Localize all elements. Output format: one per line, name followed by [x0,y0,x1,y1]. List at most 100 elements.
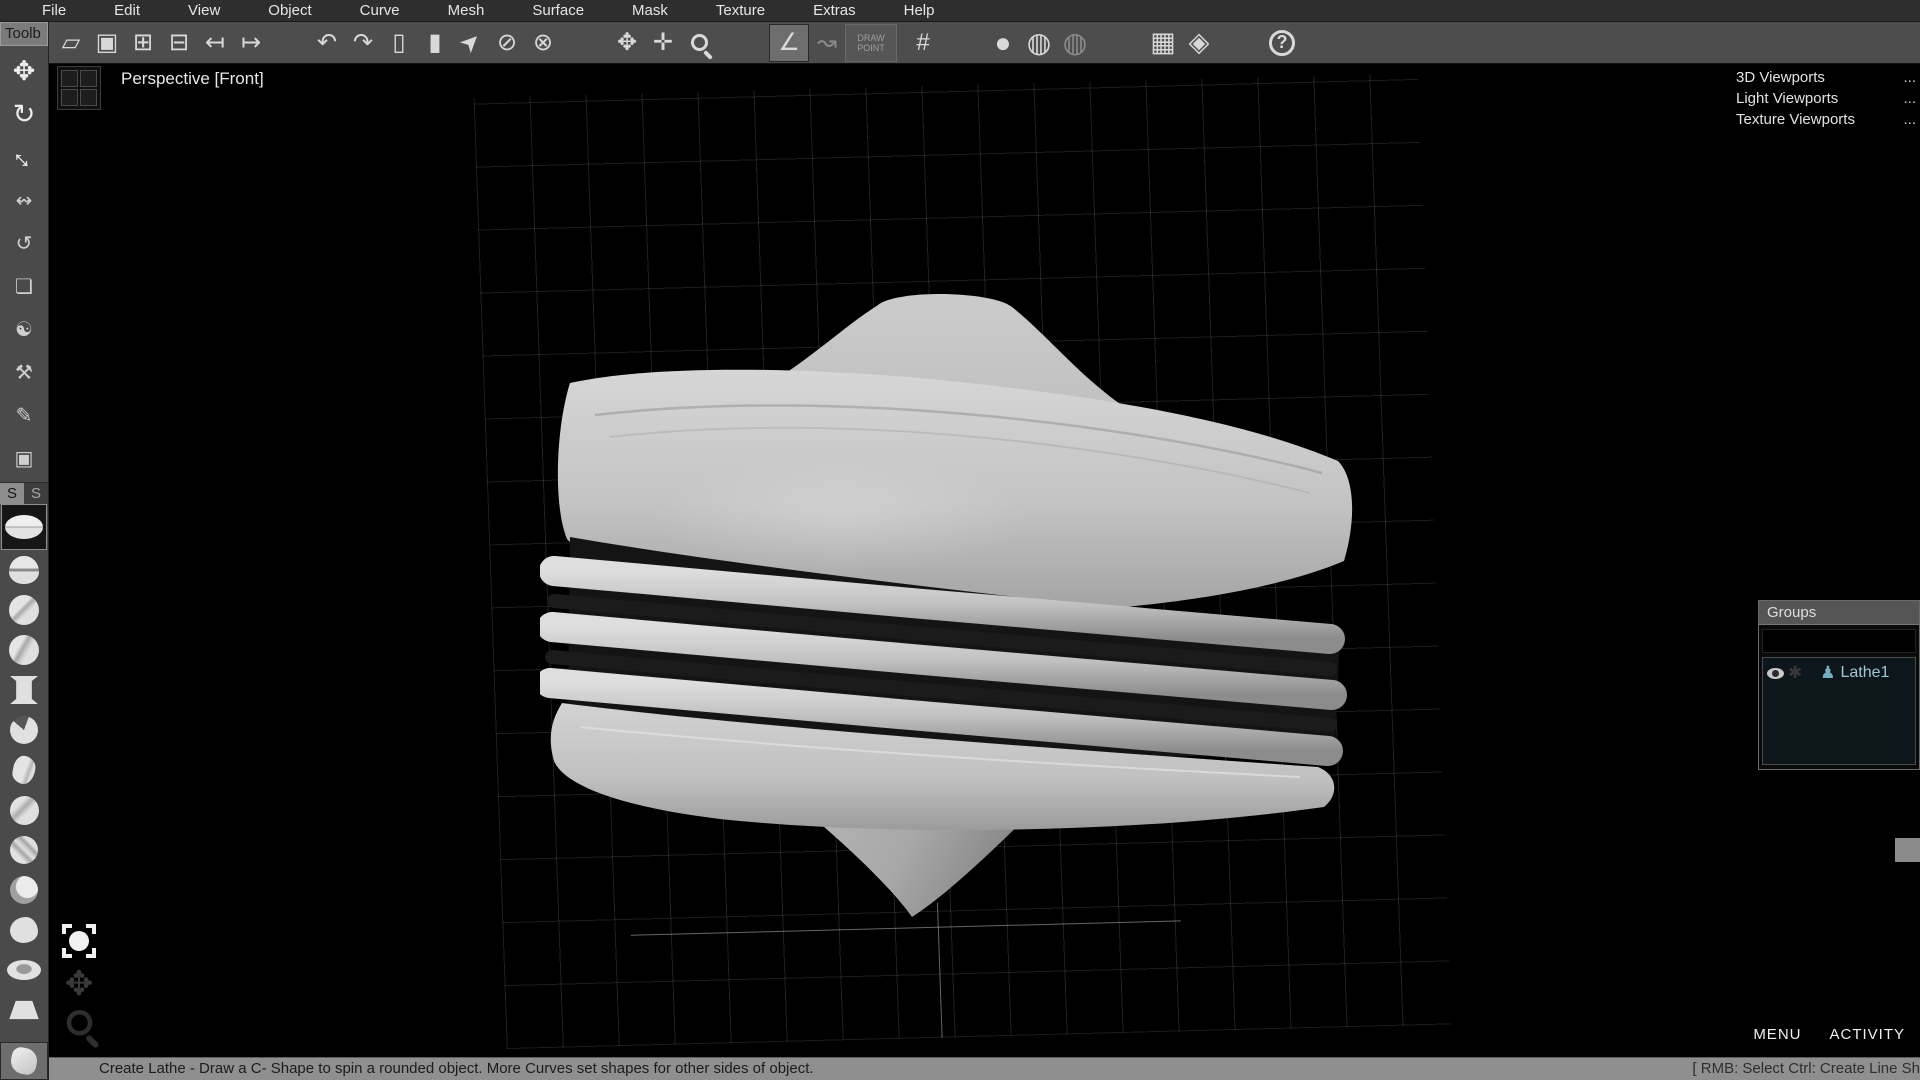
shape-lathe-disc[interactable] [1,504,47,550]
draw-point-button[interactable]: DRAW POINT [845,24,897,62]
status-shortcut-hints: [ RMB: Select Ctrl: Create Line Sh [1692,1060,1920,1077]
menu-object[interactable]: Object [244,0,335,22]
hammer-icon[interactable]: ⚒ [2,351,46,394]
viewport-title[interactable]: Perspective [Front] [121,69,264,89]
viewport-bottom-labels: MENU ACTIVITY [1753,1026,1905,1043]
main-toolbar: ▱ ▣ ⊞ ⊟ ↤ ↦ ↶ ↷ ▯ ▮ ➤ ⊘ ⊗ ✥ ✛ ∠ ↝ DRAW P… [49,22,1920,64]
3d-viewport[interactable]: Perspective [Front] 3D Viewports ... Lig… [49,64,1920,1057]
menu-edit[interactable]: Edit [90,0,164,22]
tab-shapes-2[interactable]: S [24,483,48,504]
orbit-view-icon[interactable] [62,924,96,958]
shape-trapezoid-cup[interactable] [1,990,47,1030]
shape-pillow-twist[interactable] [0,1042,48,1080]
paint-icon[interactable]: ✎ [2,394,46,437]
panel-texture-viewports[interactable]: Texture Viewports ... [1736,109,1916,130]
menu-curve[interactable]: Curve [336,0,424,22]
move-view-icon[interactable]: ✛ [645,25,681,61]
zoom-view-icon[interactable] [681,25,717,61]
tool-sidebar: Toolb ✥ ↻ ↔ ↭ ↺ ❏ ☯ ⚒ ✎ ▣ S S [0,22,49,1080]
redo-icon[interactable]: ↷ [345,25,381,61]
panel-light-viewports[interactable]: Light Viewports ... [1736,88,1916,109]
groups-list: ✱ ♟ Lathe1 [1762,657,1916,765]
group-item-label[interactable]: Lathe1 [1841,664,1890,682]
menu-help[interactable]: Help [880,0,959,22]
ellipsis: ... [1903,67,1916,88]
primitives-icon[interactable]: ❏ [2,265,46,308]
toolbar-draw-group: ∠ ↝ DRAW POINT # [769,24,941,62]
move-tool-icon[interactable]: ✥ [2,50,46,93]
shape-spool[interactable] [1,670,47,710]
viewport-layout-icon[interactable] [57,66,101,110]
shape-sphere-notch[interactable] [1,710,47,750]
rotate-tool-icon[interactable]: ↻ [2,93,46,136]
pillow-twist-icon [9,1046,40,1077]
paste-icon[interactable]: ▮ [417,25,453,61]
angle-tool-icon[interactable]: ∠ [769,24,809,62]
sphere-notch-icon [10,716,38,744]
toolbar-view-group: ▦ ◈ [1145,25,1217,61]
sidebar-header[interactable]: Toolb [0,22,48,46]
pan-hand-icon[interactable]: ✥ [609,25,645,61]
save-increment-icon[interactable]: ⊞ [125,25,161,61]
rotate-on-curve-icon[interactable]: ↺ [2,222,46,265]
visibility-eye-icon[interactable] [1767,668,1784,679]
move-on-curve-icon[interactable]: ↭ [2,179,46,222]
freeze-icon[interactable]: ✱ [1788,663,1802,683]
shape-sphere-s-curve-alt[interactable] [1,630,47,670]
lathe-object-model[interactable] [540,275,1370,925]
right-scrollbar-thumb[interactable] [1895,838,1920,862]
wire-sphere-icon[interactable]: ◍ [1021,25,1057,61]
scale-tool-icon[interactable]: ↔ [2,136,46,179]
menu-surface[interactable]: Surface [508,0,608,22]
shaded-sphere-icon[interactable]: ● [985,25,1021,61]
delete-icon[interactable]: ⊗ [525,25,561,61]
sidebar-tools: ✥ ↻ ↔ ↭ ↺ ❏ ☯ ⚒ ✎ ▣ [0,46,48,480]
quad-view-icon[interactable]: ▦ [1145,25,1181,61]
shape-ellipse-ring[interactable] [1,950,47,990]
menu-file[interactable]: File [18,0,90,22]
menu-texture[interactable]: Texture [692,0,789,22]
shape-double-bun[interactable] [1,550,47,590]
activity-button[interactable]: ACTIVITY [1829,1026,1905,1043]
zoom-view-dim-icon[interactable] [66,1010,92,1043]
menu-view[interactable]: View [164,0,244,22]
menu-button[interactable]: MENU [1753,1026,1801,1043]
shape-blob[interactable] [1,910,47,950]
open-folder-icon[interactable]: ▱ [53,25,89,61]
groups-panel-header[interactable]: Groups [1759,601,1919,625]
deselect-icon[interactable]: ⊘ [489,25,525,61]
menu-mask[interactable]: Mask [608,0,692,22]
menu-mesh[interactable]: Mesh [424,0,509,22]
panel-3d-viewports[interactable]: 3D Viewports ... [1736,67,1916,88]
undo-icon[interactable]: ↶ [309,25,345,61]
select-cursor-icon[interactable]: ➤ [453,25,489,61]
sphere-double-band-icon [10,836,38,864]
render-icon[interactable]: ▣ [2,437,46,480]
shape-sphere-double-band[interactable] [1,830,47,870]
groups-filter-field[interactable] [1762,629,1916,653]
shape-sphere-band[interactable] [1,790,47,830]
ellipsis: ... [1903,109,1916,130]
menu-extras[interactable]: Extras [789,0,880,22]
save-as-icon[interactable]: ⊟ [161,25,197,61]
toolbar-display-group: ● ◍ ◍ [985,25,1093,61]
sculpt-icon[interactable]: ☯ [2,308,46,351]
save-icon[interactable]: ▣ [89,25,125,61]
curve-point-icon[interactable]: ↝ [809,25,845,61]
shape-sphere-s-curve[interactable] [1,590,47,630]
help-icon[interactable]: ? [1269,30,1295,56]
grid-snap-icon[interactable]: # [905,25,941,61]
wire-sphere-alt-icon[interactable]: ◍ [1057,25,1093,61]
double-bun-icon [9,556,39,584]
export-icon[interactable]: ↦ [233,25,269,61]
pan-view-icon[interactable]: ✥ [65,966,94,1006]
blob-icon [10,917,38,943]
shape-sphere-shaded[interactable] [1,870,47,910]
tab-shapes-1[interactable]: S [0,483,24,504]
import-icon[interactable]: ↤ [197,25,233,61]
copy-icon[interactable]: ▯ [381,25,417,61]
toolbar-edit-group: ↶ ↷ ▯ ▮ ➤ ⊘ ⊗ [309,25,561,61]
shape-ribbon[interactable] [1,750,47,790]
group-row-lathe1[interactable]: ✱ ♟ Lathe1 [1763,658,1915,688]
diamond-view-icon[interactable]: ◈ [1181,25,1217,61]
